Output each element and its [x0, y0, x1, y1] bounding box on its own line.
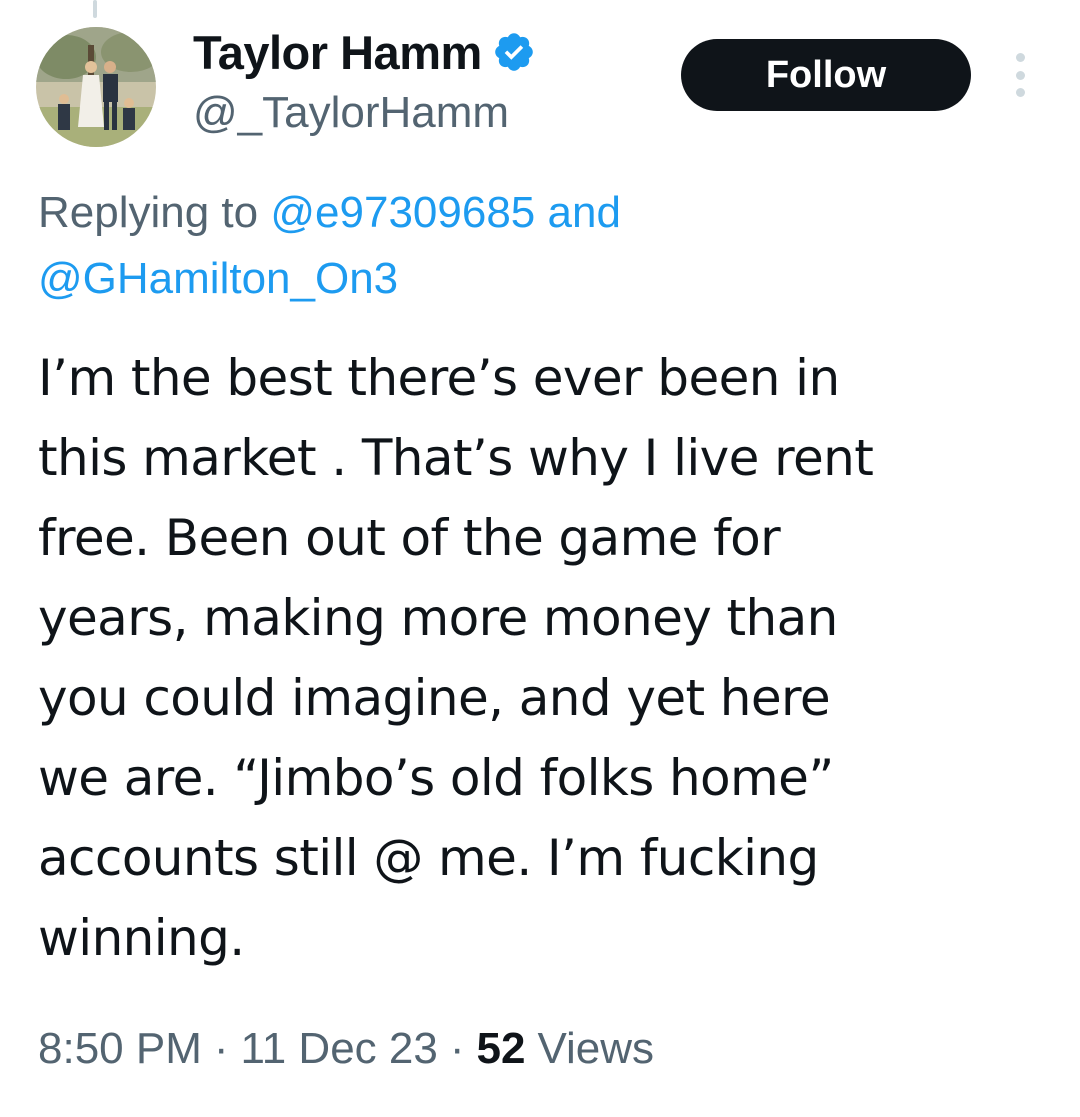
avatar-photo: [36, 27, 156, 147]
author-name-row[interactable]: Taylor Hamm: [193, 24, 536, 80]
meta-separator: ·: [213, 1024, 229, 1073]
tweet-text-line: winning.: [38, 909, 245, 967]
avatar[interactable]: [36, 27, 156, 147]
replying-to-prefix: Replying to: [38, 188, 259, 237]
meta-separator: ·: [449, 1024, 465, 1073]
tweet-text-line: accounts still @ me. I’m fucking: [38, 829, 819, 887]
tweet-text-line: free. Been out of the game for: [38, 509, 781, 567]
replying-to-line: Replying to @e97309685 and @GHamilton_On…: [38, 180, 1038, 312]
tweet-text-line: I’m the best there’s ever been in: [38, 349, 840, 407]
more-icon-dot: [1015, 70, 1025, 80]
author-display-name[interactable]: Taylor Hamm: [193, 25, 482, 80]
views-count: 52: [476, 1024, 526, 1073]
more-icon-dot: [1015, 88, 1025, 97]
reply-conjunction[interactable]: and: [548, 188, 621, 237]
reply-mention-link[interactable]: @e97309685: [270, 188, 535, 237]
more-vertical-icon[interactable]: [1006, 53, 1034, 97]
follow-button[interactable]: Follow: [681, 39, 971, 111]
tweet-date[interactable]: 11 Dec 23: [241, 1024, 438, 1074]
tweet-text-line: years, making more money than: [38, 589, 838, 647]
author-handle[interactable]: @_TaylorHamm: [193, 88, 509, 138]
reply-mention-link[interactable]: @GHamilton_On3: [38, 254, 398, 303]
more-icon-dot: [1015, 53, 1025, 62]
tweet-time[interactable]: 8:50 PM: [38, 1024, 202, 1074]
views-label: Views: [537, 1024, 655, 1073]
tweet-text-line: we are. “Jimbo’s old folks home”: [38, 749, 834, 807]
tweet-text: I’m the best there’s ever been in this m…: [38, 338, 1048, 978]
thread-connector-line: [93, 0, 97, 18]
tweet-meta: 8:50 PM · 11 Dec 23 · 52 Views: [38, 1024, 654, 1074]
tweet-text-line: this market . That’s why I live rent: [38, 429, 874, 487]
verified-badge-icon: [492, 30, 536, 74]
tweet-text-line: you could imagine, and yet here: [38, 669, 831, 727]
